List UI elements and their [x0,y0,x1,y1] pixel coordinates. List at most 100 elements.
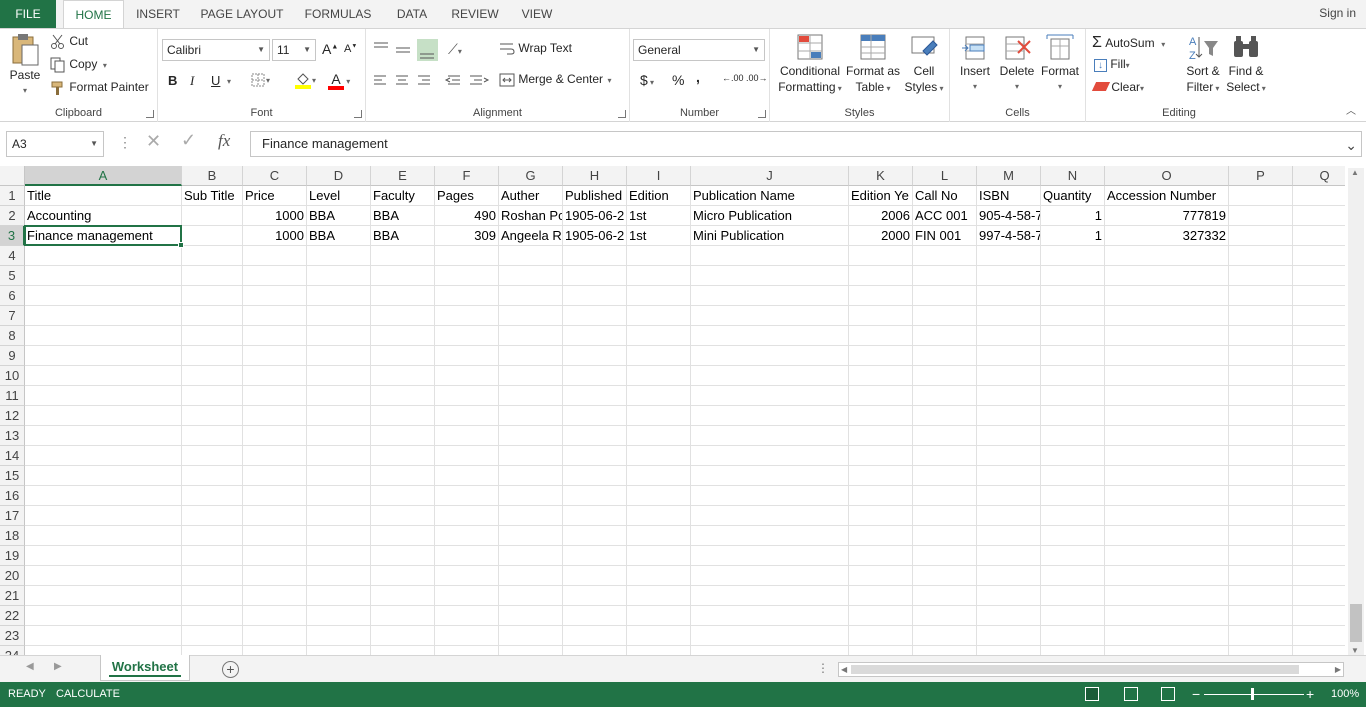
cell-h10[interactable] [563,366,627,386]
cell-d5[interactable] [307,266,371,286]
cell-l20[interactable] [913,566,977,586]
cell-k18[interactable] [849,526,913,546]
cell-i12[interactable] [627,406,691,426]
cell-l14[interactable] [913,446,977,466]
cell-b4[interactable] [182,246,243,266]
cell-o2[interactable]: 777819 [1105,206,1229,226]
cell-f13[interactable] [435,426,499,446]
cell-l19[interactable] [913,546,977,566]
cell-m8[interactable] [977,326,1041,346]
cell-a11[interactable] [25,386,182,406]
cell-e22[interactable] [371,606,435,626]
cell-l10[interactable] [913,366,977,386]
cell-b9[interactable] [182,346,243,366]
cell-n20[interactable] [1041,566,1105,586]
cell-b12[interactable] [182,406,243,426]
cell-n4[interactable] [1041,246,1105,266]
cell-j20[interactable] [691,566,849,586]
font-color-button[interactable]: A ▾ [328,71,350,90]
cell-h8[interactable] [563,326,627,346]
cell-e11[interactable] [371,386,435,406]
cell-g11[interactable] [499,386,563,406]
cell-l8[interactable] [913,326,977,346]
cell-l17[interactable] [913,506,977,526]
font-name-combo[interactable]: Calibri ▼ [162,39,270,61]
cell-b21[interactable] [182,586,243,606]
tab-review[interactable]: REVIEW [446,0,504,28]
cell-d19[interactable] [307,546,371,566]
cell-e10[interactable] [371,366,435,386]
cell-a19[interactable] [25,546,182,566]
increase-decimal-button[interactable]: ←.00 [722,73,744,83]
cell-d10[interactable] [307,366,371,386]
cell-a15[interactable] [25,466,182,486]
cell-f21[interactable] [435,586,499,606]
vertical-scroll-thumb[interactable] [1350,604,1362,642]
cell-l12[interactable] [913,406,977,426]
row-header-4[interactable]: 4 [0,246,25,266]
cell-n2[interactable]: 1 [1041,206,1105,226]
paste-dropdown-icon[interactable]: ▾ [6,83,44,99]
cell-i19[interactable] [627,546,691,566]
cell-c10[interactable] [243,366,307,386]
cell-g6[interactable] [499,286,563,306]
row-header-18[interactable]: 18 [0,526,25,546]
cell-o20[interactable] [1105,566,1229,586]
scroll-up-icon[interactable]: ▲ [1351,168,1359,177]
cell-b19[interactable] [182,546,243,566]
collapse-ribbon-icon[interactable]: ︿ [1346,102,1356,117]
cell-b15[interactable] [182,466,243,486]
cell-g8[interactable] [499,326,563,346]
cell-m24[interactable] [977,646,1041,655]
horizontal-scroll-thumb[interactable] [851,665,1299,674]
cell-i16[interactable] [627,486,691,506]
cell-d20[interactable] [307,566,371,586]
cell-i17[interactable] [627,506,691,526]
cell-a14[interactable] [25,446,182,466]
cell-f10[interactable] [435,366,499,386]
cell-m20[interactable] [977,566,1041,586]
cell-d16[interactable] [307,486,371,506]
cell-c1[interactable]: Price [243,186,307,206]
cell-g13[interactable] [499,426,563,446]
row-header-14[interactable]: 14 [0,446,25,466]
cell-c18[interactable] [243,526,307,546]
cell-d15[interactable] [307,466,371,486]
cell-i9[interactable] [627,346,691,366]
cell-k16[interactable] [849,486,913,506]
cell-a2[interactable]: Accounting [25,206,182,226]
fill-color-button[interactable]: ▾ [294,71,316,89]
cell-m15[interactable] [977,466,1041,486]
cell-o7[interactable] [1105,306,1229,326]
cell-c24[interactable] [243,646,307,655]
cell-b6[interactable] [182,286,243,306]
cell-h12[interactable] [563,406,627,426]
cell-n15[interactable] [1041,466,1105,486]
clipboard-launcher-icon[interactable] [146,110,154,118]
cell-c19[interactable] [243,546,307,566]
cell-e19[interactable] [371,546,435,566]
cell-g21[interactable] [499,586,563,606]
cell-q15[interactable] [1293,466,1345,486]
cell-q11[interactable] [1293,386,1345,406]
cell-l16[interactable] [913,486,977,506]
cell-l24[interactable] [913,646,977,655]
cell-o12[interactable] [1105,406,1229,426]
cell-m11[interactable] [977,386,1041,406]
cell-a16[interactable] [25,486,182,506]
cell-e21[interactable] [371,586,435,606]
cell-f19[interactable] [435,546,499,566]
cell-m5[interactable] [977,266,1041,286]
cell-e23[interactable] [371,626,435,646]
cell-f23[interactable] [435,626,499,646]
cell-n1[interactable]: Quantity [1041,186,1105,206]
row-header-2[interactable]: 2 [0,206,25,226]
zoom-out-icon[interactable]: − [1192,682,1200,706]
cell-n9[interactable] [1041,346,1105,366]
row-header-5[interactable]: 5 [0,266,25,286]
cell-j11[interactable] [691,386,849,406]
cell-a5[interactable] [25,266,182,286]
cell-e1[interactable]: Faculty [371,186,435,206]
delete-cells-button[interactable]: Delete ▾ [996,33,1038,95]
cell-i13[interactable] [627,426,691,446]
